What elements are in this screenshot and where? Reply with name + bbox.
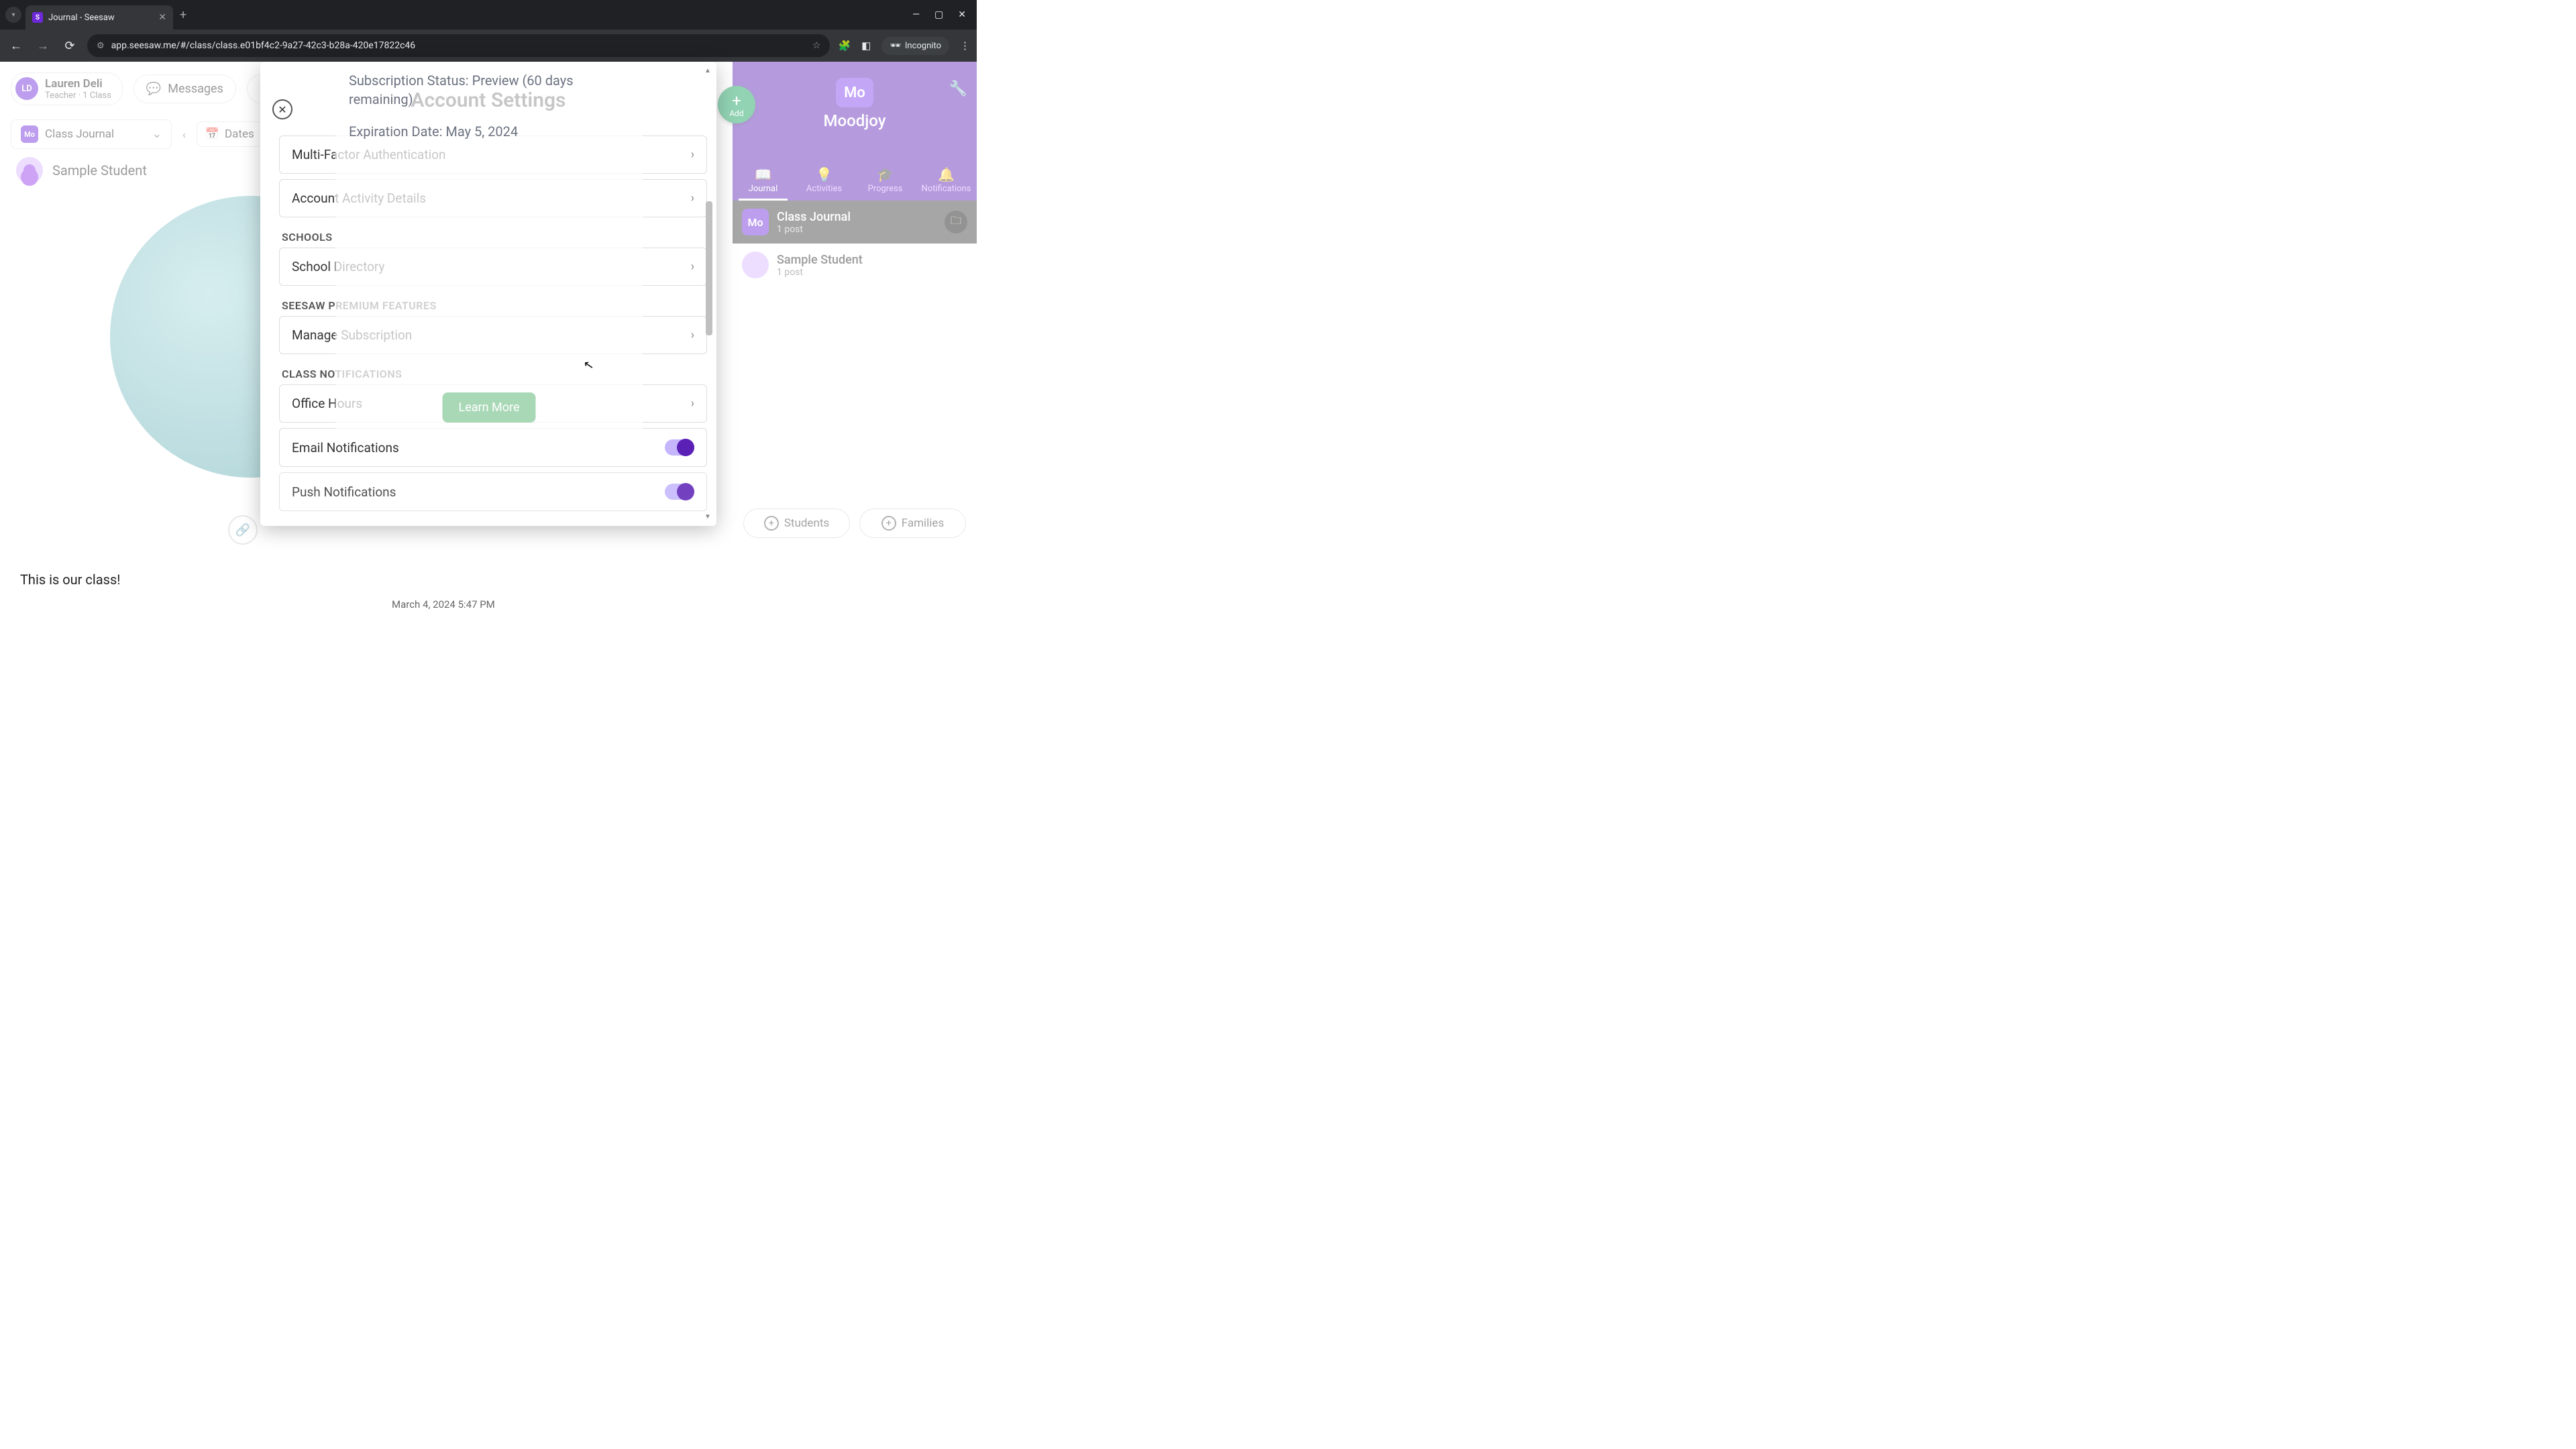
folder-icon[interactable]: 🗀 [945, 211, 967, 233]
subscription-info-overlay: Subscription Status: Preview (60 days re… [335, 62, 643, 435]
prev-arrow[interactable]: ‹ [180, 128, 189, 141]
tab-title: Journal - Seesaw [48, 13, 115, 23]
post-author-row[interactable]: Sample Student [16, 157, 147, 184]
sidebar-item-class-journal[interactable]: Mo Class Journal 1 post 🗀 [733, 201, 977, 244]
back-button[interactable]: ← [7, 39, 25, 53]
scrollbar-thumb[interactable] [706, 201, 712, 335]
teacher-avatar: LD [15, 77, 38, 100]
class-badge: Mo [21, 125, 38, 143]
messages-label: Messages [168, 82, 223, 96]
row-push-notifications-label: Push Notifications [292, 484, 396, 500]
subscription-status: Subscription Status: Preview (60 days re… [349, 71, 629, 109]
calendar-icon: 📅 [205, 127, 219, 141]
address-bar[interactable]: ⚙ app.seesaw.me/#/class/class.e01bf4c2-9… [87, 34, 830, 57]
class-item-title: Class Journal [777, 210, 851, 224]
minimize-icon[interactable]: ― [912, 9, 920, 20]
new-tab-button[interactable]: + [180, 8, 186, 22]
browser-tab[interactable]: S Journal - Seesaw ✕ [25, 5, 173, 30]
row-push-notifications[interactable]: Push Notifications [279, 472, 707, 511]
chevron-right-icon: › [691, 148, 694, 162]
teacher-name: Lauren Deli [45, 77, 111, 91]
url-text: app.seesaw.me/#/class/class.e01bf4c2-9a2… [111, 40, 806, 51]
activities-icon: 💡 [794, 166, 855, 182]
journal-icon: 📖 [733, 166, 794, 182]
class-sidebar: + Add 🔧 Mo Moodjoy 📖Journal 💡Activities … [733, 62, 977, 547]
add-button[interactable]: + Add [718, 86, 755, 123]
messages-button[interactable]: 💬 Messages [133, 74, 236, 103]
close-window-icon[interactable]: ✕ [958, 9, 966, 20]
plus-circle-icon: + [764, 516, 779, 531]
students-label: Students [784, 517, 829, 530]
tab-close-icon[interactable]: ✕ [158, 12, 166, 23]
plus-circle-icon: + [881, 516, 896, 531]
sidebar-tabs: 📖Journal 💡Activities 🎓Progress 🔔Notifica… [733, 161, 977, 201]
tab-progress[interactable]: 🎓Progress [855, 161, 916, 201]
dates-label: Dates [225, 127, 254, 141]
class-subbar: Mo Class Journal ⌄ ‹ 📅 Dates [11, 119, 263, 149]
link-attachment-icon[interactable]: 🔗 [228, 515, 258, 545]
teacher-role: Teacher · 1 Class [45, 91, 111, 101]
progress-icon: 🎓 [855, 166, 916, 182]
learn-more-button[interactable]: Learn More [443, 392, 536, 423]
chevron-right-icon: › [691, 396, 694, 411]
browser-toolbar: ← → ⟳ ⚙ app.seesaw.me/#/class/class.e01b… [0, 30, 977, 62]
row-email-notifications-label: Email Notifications [292, 440, 399, 455]
tab-notifications[interactable]: 🔔Notifications [916, 161, 977, 201]
students-button[interactable]: + Students [743, 508, 850, 538]
class-item-badge: Mo [742, 209, 769, 235]
student-item-title: Sample Student [777, 253, 863, 267]
class-brand-badge: Mo [836, 78, 873, 107]
incognito-icon: 🕶 [890, 41, 901, 51]
dates-button[interactable]: 📅 Dates [197, 121, 263, 147]
browser-tab-strip: ▾ S Journal - Seesaw ✕ + ― ▢ ✕ [0, 0, 977, 30]
families-label: Families [902, 517, 944, 530]
notifications-icon: 🔔 [916, 166, 977, 182]
post-timestamp: March 4, 2024 5:47 PM [392, 598, 495, 610]
tab-journal[interactable]: 📖Journal [733, 161, 794, 201]
incognito-label: Incognito [905, 41, 941, 51]
student-avatar-icon [16, 157, 43, 184]
post-caption: This is our class! [20, 572, 120, 588]
plus-icon: + [732, 91, 741, 110]
subscription-expiry: Expiration Date: May 5, 2024 [349, 122, 629, 141]
modal-scrollbar[interactable] [704, 67, 714, 521]
incognito-badge[interactable]: 🕶 Incognito [881, 37, 949, 55]
messages-icon: 💬 [146, 82, 161, 96]
browser-menu-icon[interactable]: ⋮ [960, 40, 970, 52]
sidepanel-icon[interactable]: ◧ [861, 40, 871, 52]
extensions-icon[interactable]: 🧩 [838, 40, 851, 52]
add-label: Add [729, 109, 743, 118]
window-controls: ― ▢ ✕ [912, 9, 971, 20]
student-avatar-small [742, 252, 769, 278]
chevron-down-icon: ⌄ [152, 127, 162, 141]
class-selector[interactable]: Mo Class Journal ⌄ [11, 119, 172, 149]
tab-search-dropdown[interactable]: ▾ [5, 7, 21, 23]
tab-activities[interactable]: 💡Activities [794, 161, 855, 201]
chevron-right-icon: › [691, 328, 694, 342]
settings-wrench-icon[interactable]: 🔧 [949, 80, 967, 97]
modal-close-button[interactable]: ✕ [272, 99, 292, 119]
toggle-email[interactable] [665, 439, 694, 455]
sidebar-item-sample-student[interactable]: Sample Student 1 post [733, 244, 977, 286]
chevron-right-icon: › [691, 260, 694, 274]
class-brand-name: Moodjoy [733, 111, 977, 130]
tab-favicon-icon: S [32, 12, 43, 23]
families-button[interactable]: + Families [859, 508, 966, 538]
bookmark-star-icon[interactable]: ☆ [812, 40, 821, 51]
toggle-push[interactable] [665, 484, 694, 500]
site-settings-icon[interactable]: ⚙ [97, 41, 105, 51]
class-item-sub: 1 post [777, 224, 851, 235]
teacher-profile-pill[interactable]: LD Lauren Deli Teacher · 1 Class [11, 72, 123, 105]
class-selector-label: Class Journal [45, 127, 114, 141]
student-item-sub: 1 post [777, 267, 863, 278]
post-author-name: Sample Student [52, 162, 147, 178]
maximize-icon[interactable]: ▢ [934, 9, 943, 20]
reload-button[interactable]: ⟳ [60, 39, 79, 53]
forward-button[interactable]: → [34, 39, 52, 53]
chevron-right-icon: › [691, 191, 694, 205]
